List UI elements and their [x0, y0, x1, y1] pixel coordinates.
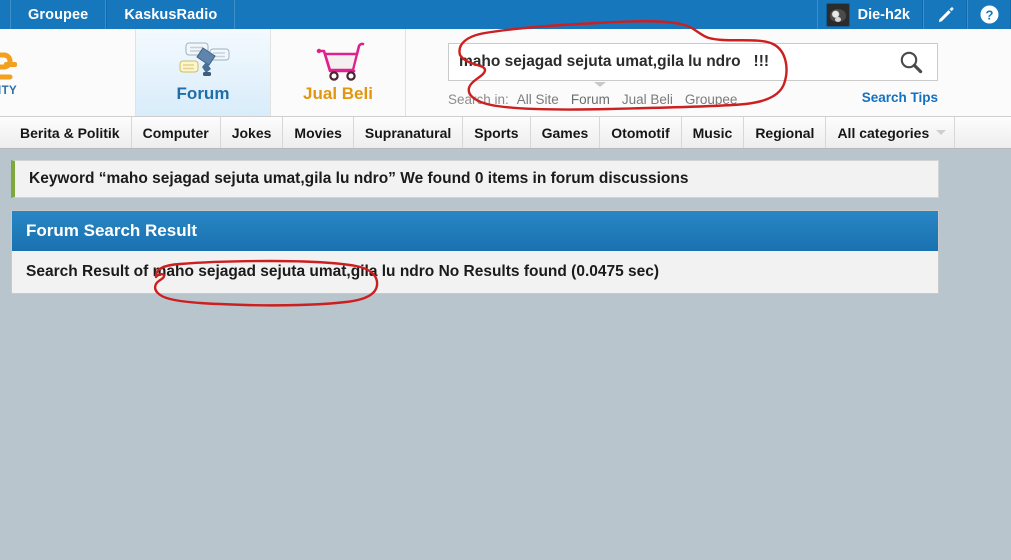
svg-text:?: ? — [985, 7, 993, 22]
username-label: Die-h2k — [857, 6, 910, 23]
search-in-label: Search in: — [448, 91, 509, 107]
category-label: Supranatural — [364, 124, 452, 141]
category-label: Computer — [142, 124, 209, 141]
all-categories-label: All categories — [837, 124, 930, 141]
chevron-down-icon — [936, 130, 947, 135]
category-games[interactable]: Games — [531, 117, 601, 148]
search-submit-button[interactable] — [885, 44, 937, 80]
topbar-link-kaskusradio[interactable]: KaskusRadio — [106, 0, 236, 29]
category-label: Sports — [474, 124, 519, 141]
category-label: Regional — [755, 124, 815, 141]
chevron-up-icon — [594, 82, 606, 87]
topbar-user-area: Die-h2k ? — [816, 0, 1011, 29]
search-input[interactable] — [449, 44, 889, 80]
search-magnifier-icon — [900, 51, 922, 73]
site-header: ITY — [0, 29, 1011, 117]
site-logo[interactable]: ITY — [0, 29, 136, 116]
top-navigation-bar: Groupee KaskusRadio Die-h2k ? — [0, 0, 1011, 29]
browser-page: Groupee KaskusRadio Die-h2k ? TY Forum J… — [0, 0, 1011, 560]
compose-button[interactable] — [923, 0, 967, 29]
panel-header: Forum Search Result — [12, 211, 938, 251]
catnav-spacer — [0, 117, 9, 148]
help-icon: ? — [980, 5, 998, 24]
tab-forum-label: Forum — [176, 84, 230, 103]
search-scope-row: Search in: All Site Forum Jual Beli Grou… — [448, 82, 940, 108]
shopping-cart-icon — [310, 39, 366, 83]
forum-search-result-panel: Forum Search Result Search Result of mah… — [11, 210, 939, 294]
category-label: Otomotif — [611, 124, 670, 141]
search-scope-all-site[interactable]: All Site — [517, 92, 559, 107]
search-results-content: Keyword “maho sejagad sejuta umat,gila l… — [11, 160, 939, 294]
category-supranatural[interactable]: Supranatural — [354, 117, 464, 148]
keyword-notice-text: Keyword “maho sejagad sejuta umat,gila l… — [29, 170, 689, 187]
category-otomotif[interactable]: Otomotif — [600, 117, 682, 148]
search-scope-forum[interactable]: Forum — [571, 92, 610, 107]
topbar-link-groupee[interactable]: Groupee — [10, 0, 107, 29]
search-result-summary: Search Result of maho sejagad sejuta uma… — [26, 263, 660, 280]
topbar-link-label: Groupee — [28, 6, 89, 23]
search-scope-jual-beli[interactable]: Jual Beli — [622, 92, 673, 107]
category-label: Games — [541, 124, 589, 141]
search-bar — [448, 43, 938, 81]
category-sports[interactable]: Sports — [463, 117, 531, 148]
brand-subtitle: ITY — [0, 85, 18, 97]
category-music[interactable]: Music — [682, 117, 745, 148]
topbar-link-label: KaskusRadio — [124, 6, 218, 23]
topbar-links: Groupee KaskusRadio — [10, 0, 236, 29]
search-scope-groupee[interactable]: Groupee — [685, 92, 738, 107]
user-avatar — [825, 2, 850, 27]
panel-title: Forum Search Result — [26, 221, 197, 240]
category-navigation: Berita & Politik Computer Jokes Movies S… — [0, 117, 1011, 149]
category-label: Music — [692, 124, 733, 141]
pencil-icon — [938, 7, 953, 22]
panel-body: Search Result of maho sejagad sejuta uma… — [12, 251, 938, 293]
tab-forum[interactable]: Forum — [136, 29, 271, 116]
all-categories-dropdown[interactable]: All categories — [826, 117, 956, 148]
search-area: Search in: All Site Forum Jual Beli Grou… — [448, 43, 940, 108]
category-label: Jokes — [231, 124, 272, 141]
keyword-notice: Keyword “maho sejagad sejuta umat,gila l… — [11, 160, 939, 198]
category-label: Movies — [294, 124, 342, 141]
category-movies[interactable]: Movies — [283, 117, 354, 148]
category-label: Berita & Politik — [20, 124, 120, 141]
user-menu[interactable]: Die-h2k — [816, 0, 923, 29]
category-regional[interactable]: Regional — [744, 117, 827, 148]
tab-jual-beli[interactable]: Jual Beli — [271, 29, 406, 116]
category-computer[interactable]: Computer — [132, 117, 221, 148]
category-berita-politik[interactable]: Berita & Politik — [9, 117, 132, 148]
search-tips-link[interactable]: Search Tips — [862, 90, 938, 105]
kaskus-logo-icon — [0, 52, 17, 80]
main-tabs: ITY — [0, 29, 406, 116]
forum-satellite-icon — [172, 39, 234, 83]
help-button[interactable]: ? — [967, 0, 1011, 29]
tab-jual-beli-label: Jual Beli — [303, 84, 373, 103]
category-jokes[interactable]: Jokes — [221, 117, 284, 148]
